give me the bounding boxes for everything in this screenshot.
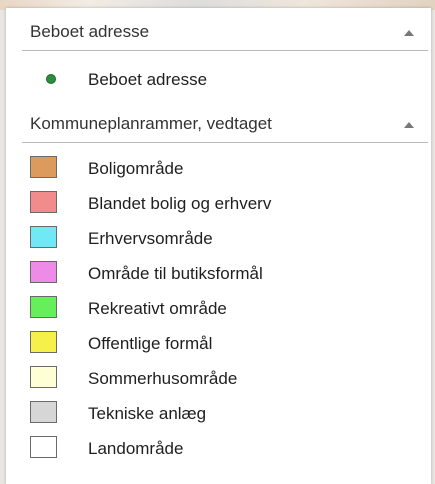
color-swatch	[30, 401, 57, 423]
legend-item-label: Offentlige formål	[88, 334, 213, 353]
legend-item-offentlige: Offentlige formål	[22, 329, 422, 359]
legend-item-boligomraade: Boligområde	[22, 154, 422, 184]
color-swatch	[30, 436, 57, 458]
legend-item-label: Tekniske anlæg	[88, 404, 207, 423]
legend-item-landomraade: Landområde	[22, 434, 422, 464]
legend-item-label: Rekreativt område	[88, 299, 227, 318]
collapse-caret-icon[interactable]	[404, 30, 414, 36]
legend-item-label: Område til butiksformål	[88, 264, 263, 283]
legend-item-tekniske: Tekniske anlæg	[22, 399, 422, 429]
color-swatch	[30, 331, 57, 353]
legend-panel: Beboet adresse Beboet adresse Kommunepla…	[6, 8, 431, 484]
point-symbol-icon	[46, 74, 56, 84]
section-header-beboet-adresse[interactable]: Beboet adresse	[22, 16, 428, 51]
legend-item-label: Blandet bolig og erhverv	[88, 194, 272, 213]
color-swatch	[30, 191, 57, 213]
legend-item-label: Beboet adresse	[88, 70, 208, 89]
collapse-caret-icon[interactable]	[404, 122, 414, 128]
legend-item-label: Sommerhusområde	[88, 369, 238, 388]
color-swatch	[30, 366, 57, 388]
legend-item-butiksformaal: Område til butiksformål	[22, 259, 422, 289]
legend-item-blandet-bolig: Blandet bolig og erhverv	[22, 189, 422, 219]
legend-item-rekreativt: Rekreativt område	[22, 294, 422, 324]
section-title: Kommuneplanrammer, vedtaget	[30, 114, 272, 133]
color-swatch	[30, 226, 57, 248]
section-header-kommuneplanrammer[interactable]: Kommuneplanrammer, vedtaget	[22, 108, 428, 143]
color-swatch	[30, 261, 57, 283]
section-title: Beboet adresse	[30, 22, 150, 41]
legend-item-label: Erhvervsområde	[88, 229, 213, 248]
legend-item-beboet-adresse: Beboet adresse	[22, 65, 422, 95]
color-swatch	[30, 156, 57, 178]
legend-item-erhvervsomraade: Erhvervsområde	[22, 224, 422, 254]
legend-item-label: Landområde	[88, 439, 184, 458]
color-swatch	[30, 296, 57, 318]
legend-item-label: Boligområde	[88, 159, 184, 178]
legend-item-sommerhus: Sommerhusområde	[22, 364, 422, 394]
